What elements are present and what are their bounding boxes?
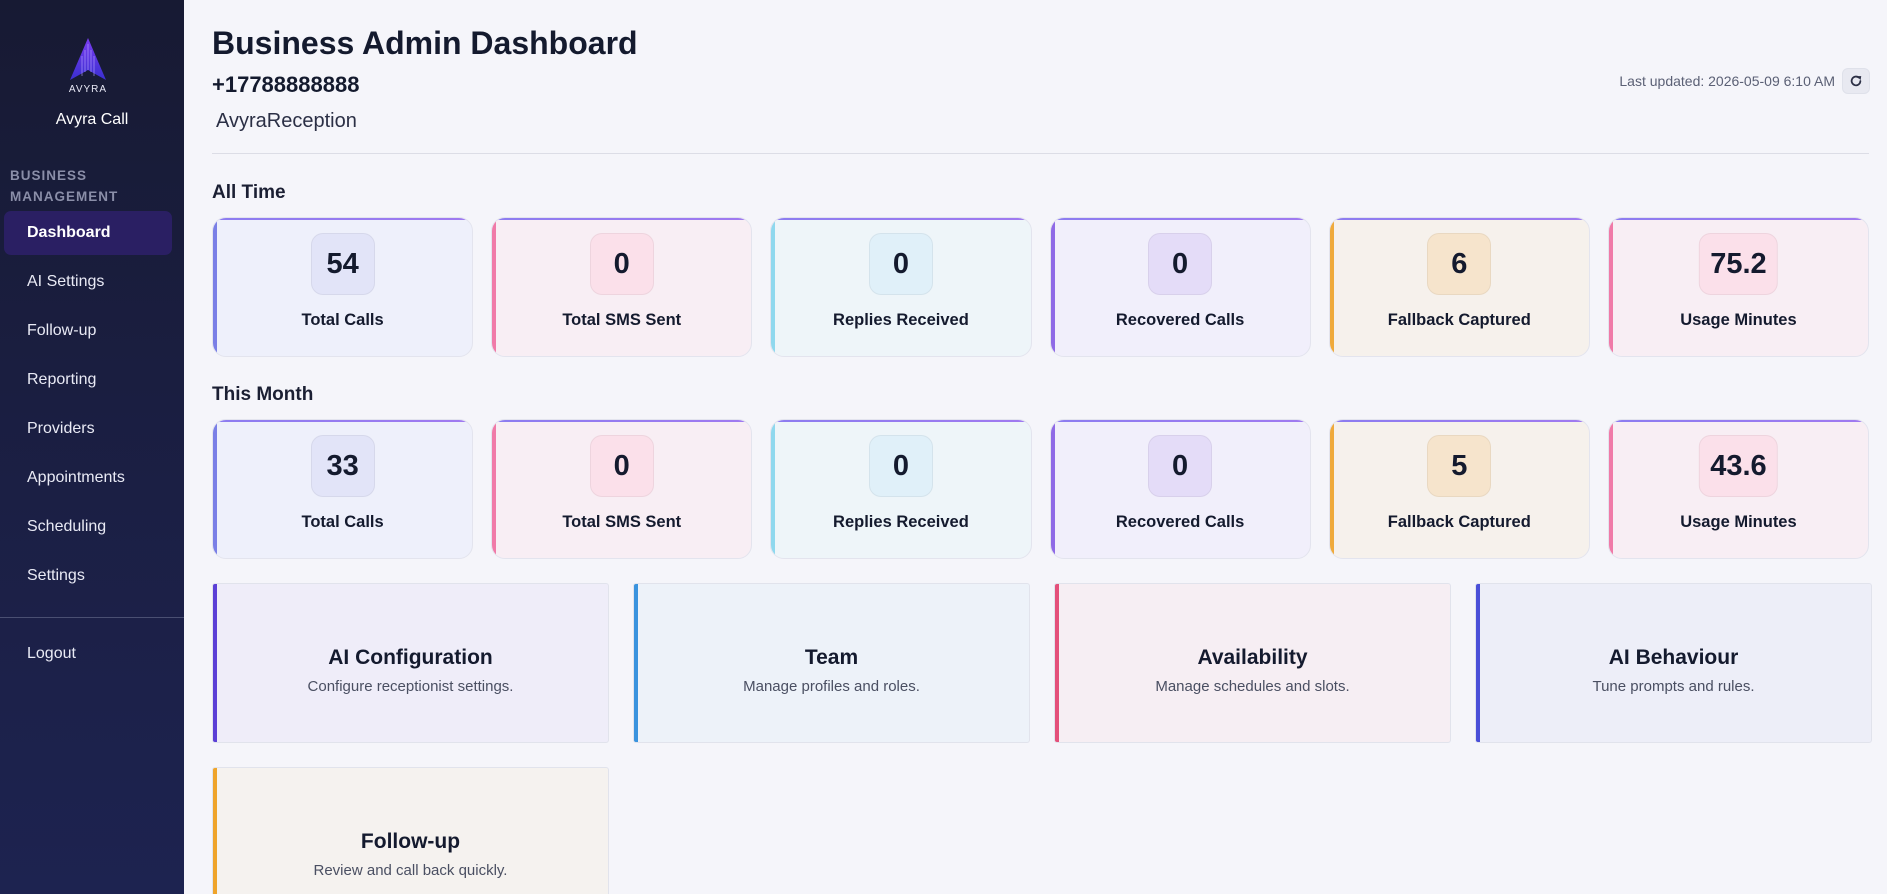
action-description: Tune prompts and rules. [1592, 678, 1755, 695]
sidebar-item-appointments[interactable]: Appointments [4, 456, 172, 500]
stat-card-total-sms[interactable]: 0 Total SMS Sent [491, 217, 753, 357]
action-title: Follow-up [360, 830, 461, 853]
sidebar-item-settings[interactable]: Settings [4, 554, 172, 598]
business-phone: +17788888888 [212, 72, 360, 97]
sidebar-item-dashboard[interactable]: Dashboard [4, 211, 172, 255]
this-month-title: This Month [212, 384, 314, 405]
sidebar-nav: Dashboard AI Settings Follow-up Reportin… [0, 211, 184, 603]
sidebar-item-reporting[interactable]: Reporting [4, 358, 172, 402]
stat-value: 5 [1427, 435, 1492, 497]
stat-label: Total SMS Sent [562, 311, 682, 329]
stat-card-fallback[interactable]: 5 Fallback Captured [1328, 419, 1590, 559]
action-title: Availability [1197, 646, 1308, 669]
stat-label: Usage Minutes [1680, 513, 1797, 531]
quick-actions-grid: AI Configuration Configure receptionist … [212, 583, 1872, 894]
sidebar-item-providers[interactable]: Providers [4, 407, 172, 451]
stat-label: Recovered Calls [1115, 311, 1245, 329]
stat-value: 0 [868, 435, 933, 497]
stat-value: 0 [589, 435, 654, 497]
refresh-icon [1850, 75, 1862, 87]
header-divider [212, 153, 1869, 154]
all-time-title: All Time [212, 182, 286, 203]
stat-value: 0 [868, 233, 933, 295]
logo-text: AVYRA [68, 84, 108, 95]
stat-value: 54 [310, 233, 375, 295]
stat-label: Replies Received [833, 311, 969, 329]
stat-label: Fallback Captured [1387, 513, 1531, 531]
sidebar-divider [0, 617, 184, 618]
action-title: AI Configuration [328, 646, 493, 669]
stat-label: Replies Received [833, 513, 969, 531]
page-title: Business Admin Dashboard [212, 25, 638, 61]
action-card-team[interactable]: Team Manage profiles and roles. [633, 583, 1030, 743]
action-title: AI Behaviour [1608, 646, 1739, 669]
avyra-logo-icon [70, 38, 106, 80]
stat-card-usage-minutes[interactable]: 75.2 Usage Minutes [1607, 217, 1870, 357]
action-description: Configure receptionist settings. [307, 678, 514, 695]
stat-label: Total SMS Sent [562, 513, 682, 531]
stat-value: 0 [589, 233, 654, 295]
stat-value: 0 [1148, 435, 1213, 497]
last-updated-text: Last updated: 2026-05-09 6:10 AM [1619, 73, 1835, 89]
main-content: Business Admin Dashboard +17788888888 Av… [184, 0, 1887, 894]
action-card-ai-behaviour[interactable]: AI Behaviour Tune prompts and rules. [1475, 583, 1872, 743]
stat-value: 6 [1427, 233, 1492, 295]
stat-card-usage-minutes[interactable]: 43.6 Usage Minutes [1607, 419, 1870, 559]
stat-value: 0 [1148, 233, 1213, 295]
brand-logo[interactable]: AVYRA [64, 36, 112, 98]
stat-card-total-calls[interactable]: 54 Total Calls [212, 217, 474, 357]
stat-label: Fallback Captured [1387, 311, 1531, 329]
stat-label: Total Calls [301, 513, 384, 531]
action-description: Manage profiles and roles. [743, 678, 920, 695]
app-name: Avyra Call [55, 111, 129, 128]
this-month-stats: 33 Total Calls 0 Total SMS Sent 0 Replie… [212, 419, 1870, 559]
stat-card-recovered-calls[interactable]: 0 Recovered Calls [1049, 217, 1311, 357]
stat-value: 43.6 [1699, 435, 1778, 497]
sidebar-item-scheduling[interactable]: Scheduling [4, 505, 172, 549]
all-time-stats: 54 Total Calls 0 Total SMS Sent 0 Replie… [212, 217, 1870, 357]
business-name: AvyraReception [216, 110, 357, 132]
stat-card-recovered-calls[interactable]: 0 Recovered Calls [1049, 419, 1311, 559]
sidebar-item-ai-settings[interactable]: AI Settings [4, 260, 172, 304]
stat-label: Recovered Calls [1115, 513, 1245, 531]
stat-label: Total Calls [301, 311, 384, 329]
stat-card-fallback[interactable]: 6 Fallback Captured [1328, 217, 1590, 357]
action-card-ai-configuration[interactable]: AI Configuration Configure receptionist … [212, 583, 609, 743]
refresh-button[interactable] [1842, 68, 1870, 94]
action-card-availability[interactable]: Availability Manage schedules and slots. [1054, 583, 1451, 743]
stat-value: 75.2 [1699, 233, 1778, 295]
action-title: Team [804, 646, 859, 669]
stat-card-total-sms[interactable]: 0 Total SMS Sent [491, 419, 753, 559]
action-description: Review and call back quickly. [313, 862, 508, 879]
stat-label: Usage Minutes [1680, 311, 1797, 329]
stat-value: 33 [310, 435, 375, 497]
sidebar-item-follow-up[interactable]: Follow-up [4, 309, 172, 353]
nav-section-label: BUSINESS MANAGEMENT [10, 168, 119, 204]
stat-card-total-calls[interactable]: 33 Total Calls [212, 419, 474, 559]
action-card-follow-up[interactable]: Follow-up Review and call back quickly. [212, 767, 609, 894]
sidebar: AVYRA Avyra Call BUSINESS MANAGEMENT Das… [0, 0, 184, 894]
action-description: Manage schedules and slots. [1155, 678, 1350, 695]
stat-card-replies[interactable]: 0 Replies Received [770, 419, 1032, 559]
logout-link[interactable]: Logout [27, 645, 76, 663]
stat-card-replies[interactable]: 0 Replies Received [770, 217, 1032, 357]
